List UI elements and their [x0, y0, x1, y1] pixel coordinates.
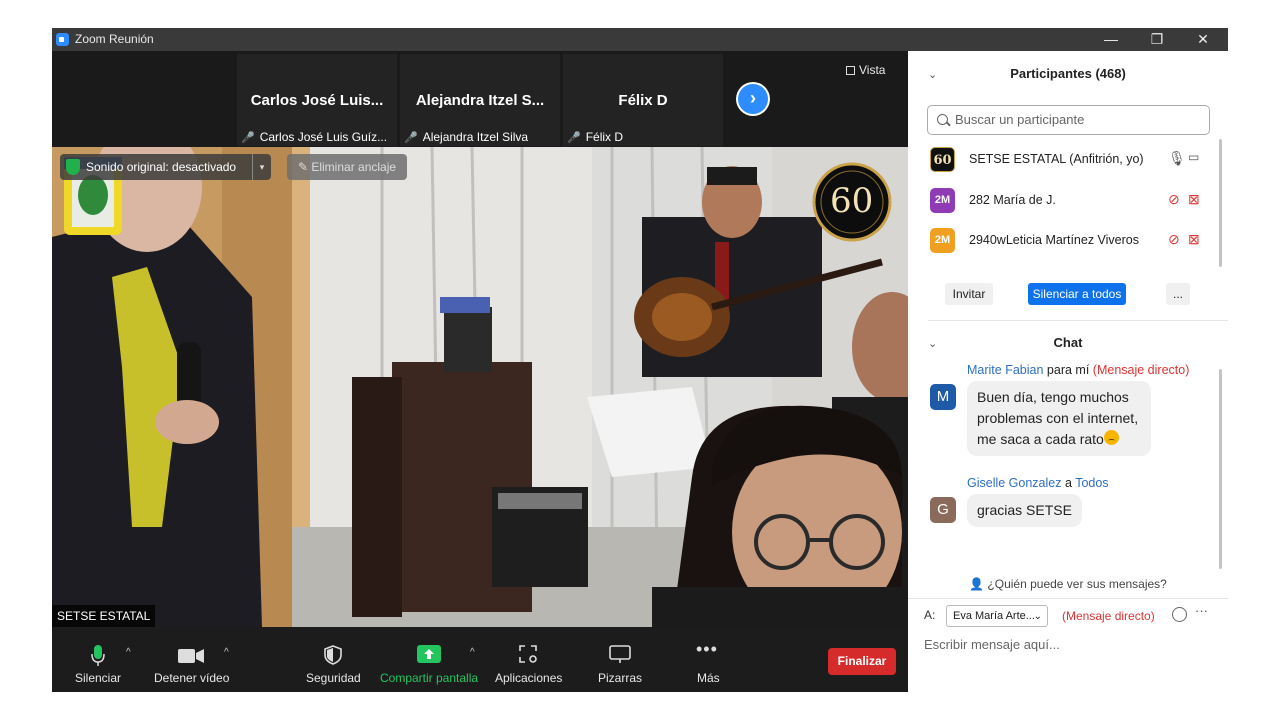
chevron-down-icon[interactable]: ▾ [252, 154, 271, 180]
anniversary-logo: 60 [830, 181, 874, 221]
participant-name: SETSE ESTATAL (Anfitrión, yo) [969, 152, 1144, 166]
participants-header: Participantes (468) [1010, 66, 1126, 81]
view-button[interactable]: Vista [846, 63, 885, 77]
recipient-select[interactable]: Eva María Arte... ⌄ [946, 605, 1048, 627]
more-dots-icon[interactable]: ••• [696, 639, 718, 660]
video-name-tag: SETSE ESTATAL [52, 605, 156, 627]
mic-muted-icon[interactable]: ⊘ [1168, 231, 1180, 248]
divider [928, 320, 1228, 321]
emoji-icon[interactable] [1172, 607, 1187, 622]
microphone-icon[interactable]: 🎙 [1168, 150, 1186, 167]
video-camera-icon[interactable] [178, 649, 204, 663]
search-icon [937, 114, 948, 125]
mute-button[interactable]: Silenciar [75, 671, 121, 685]
person-icon: 👤 [969, 577, 988, 591]
participant-tile-name: Alejandra Itzel S... [415, 92, 545, 109]
participant-tile-name: Félix D [618, 92, 668, 109]
participant-row[interactable]: 60 SETSE ESTATAL (Anfitrión, yo) 🎙 ▭ [930, 145, 1220, 173]
avatar: 2M [930, 228, 955, 253]
participant-row[interactable]: 2M 282 María de J. ⊘ ⊠ [930, 186, 1220, 214]
divider [908, 598, 1228, 599]
chat-scrollbar[interactable] [1219, 369, 1222, 569]
chevron-up-icon[interactable]: ^ [224, 647, 229, 658]
next-page-arrow-icon[interactable]: › [738, 84, 768, 114]
participant-tile-label: 🎤 Carlos José Luis Guíz... [241, 130, 388, 144]
avatar: 2M [930, 188, 955, 213]
share-screen-icon[interactable] [417, 645, 441, 663]
apps-button[interactable]: Aplicaciones [495, 671, 562, 685]
participant-tile[interactable]: Félix D 🎤 Félix D [563, 54, 723, 146]
avatar: M [930, 384, 956, 410]
participant-search-input[interactable]: Buscar un participante [927, 105, 1210, 135]
more-button[interactable]: Más [697, 671, 720, 685]
pin-icon: ✎ [297, 160, 312, 174]
participant-tile-label: 🎤 Alejandra Itzel Silva [404, 130, 529, 144]
participant-tile-label: 🎤 Félix D [567, 130, 624, 144]
zoom-window: Zoom Reunión — ❐ ✕ Carlos José Luis... 🎤… [52, 28, 1228, 692]
participant-strip: Carlos José Luis... 🎤 Carlos José Luis Gu… [52, 51, 908, 146]
participant-tile[interactable]: Carlos José Luis... 🎤 Carlos José Luis Gu… [237, 54, 397, 146]
participant-row[interactable]: 2M 2940wLeticia Martínez Viveros ⊘ ⊠ [930, 226, 1220, 254]
chat-message-input[interactable]: Escribir mensaje aquí... [924, 637, 1060, 652]
main-video: 60 Sonido original: desactivado ▾ ✎ Elim… [52, 147, 908, 627]
security-button[interactable]: Seguridad [306, 671, 361, 685]
restore-button[interactable]: ❐ [1135, 29, 1179, 50]
video-off-icon[interactable]: ⊠ [1188, 231, 1200, 248]
more-dots-icon[interactable]: ··· [1195, 603, 1208, 618]
avatar: G [930, 497, 956, 523]
participants-scrollbar[interactable] [1219, 139, 1222, 267]
end-meeting-button[interactable]: Finalizar [828, 648, 896, 675]
grid-icon [846, 66, 855, 75]
share-screen-button[interactable]: Compartir pantalla [380, 671, 478, 685]
chat-message-bubble: Buen día, tengo muchos problemas con el … [967, 381, 1151, 456]
close-button[interactable]: ✕ [1181, 29, 1225, 50]
title-bar: Zoom Reunión — ❐ ✕ [52, 28, 1228, 51]
chat-header: Chat [1053, 335, 1083, 350]
mic-muted-icon[interactable]: ⊘ [1168, 191, 1180, 208]
chevron-down-icon: ⌄ [1033, 611, 1042, 622]
whiteboard-icon[interactable] [609, 645, 631, 663]
more-options-button[interactable]: ... [1166, 283, 1190, 305]
zoom-app-icon [56, 33, 69, 46]
recipient-label: A: [924, 608, 936, 622]
video-off-icon[interactable]: ⊠ [1188, 191, 1200, 208]
mute-all-button[interactable]: Silenciar a todos [1028, 283, 1126, 305]
chat-message-meta: Giselle Gonzalez a Todos [967, 476, 1109, 490]
video-scene [52, 147, 908, 627]
stop-video-button[interactable]: Detener vídeo [154, 671, 229, 685]
video-camera-icon[interactable]: ▭ [1188, 150, 1199, 164]
mic-muted-icon: 🎤 [567, 132, 581, 144]
original-sound-label: Sonido original: desactivado [86, 160, 237, 174]
meeting-toolbar: ^ Silenciar ^ Detener vídeo Seguridad ^ … [52, 627, 908, 692]
apps-icon[interactable] [519, 645, 537, 663]
disappointed-emoji-icon [1103, 430, 1119, 445]
whiteboards-button[interactable]: Pizarras [598, 671, 642, 685]
chat-message-bubble: gracias SETSE [967, 494, 1082, 527]
participant-tile-name: Carlos José Luis... [250, 92, 384, 109]
mic-muted-icon: 🎤 [241, 132, 255, 144]
shield-check-icon [66, 159, 80, 175]
chevron-up-icon[interactable]: ^ [126, 647, 131, 658]
chat-message-meta: Marite Fabian para mí (Mensaje directo) [967, 363, 1190, 377]
participant-name: 2940wLeticia Martínez Viveros [969, 233, 1139, 247]
window-title: Zoom Reunión [75, 32, 154, 46]
direct-message-label: (Mensaje directo) [1062, 609, 1155, 623]
participant-tile[interactable]: Alejandra Itzel S... 🎤 Alejandra Itzel Si… [400, 54, 560, 146]
microphone-icon[interactable] [91, 645, 105, 667]
who-can-see-messages[interactable]: 👤 ¿Quién puede ver sus mensajes? [908, 577, 1228, 591]
unpin-button[interactable]: ✎ Eliminar anclaje [287, 154, 407, 180]
avatar: 60 [930, 147, 955, 172]
participant-name: 282 María de J. [969, 193, 1056, 207]
meeting-area: Carlos José Luis... 🎤 Carlos José Luis Gu… [52, 51, 908, 692]
side-panel: ⌄ Participantes (468) Buscar un particip… [908, 51, 1228, 692]
original-sound-toggle[interactable]: Sonido original: desactivado ▾ [60, 154, 271, 180]
mic-muted-icon: 🎤 [404, 132, 418, 144]
minimize-button[interactable]: — [1089, 29, 1133, 50]
chevron-up-icon[interactable]: ^ [470, 647, 475, 658]
invite-button[interactable]: Invitar [945, 283, 993, 305]
shield-icon[interactable] [324, 645, 342, 665]
